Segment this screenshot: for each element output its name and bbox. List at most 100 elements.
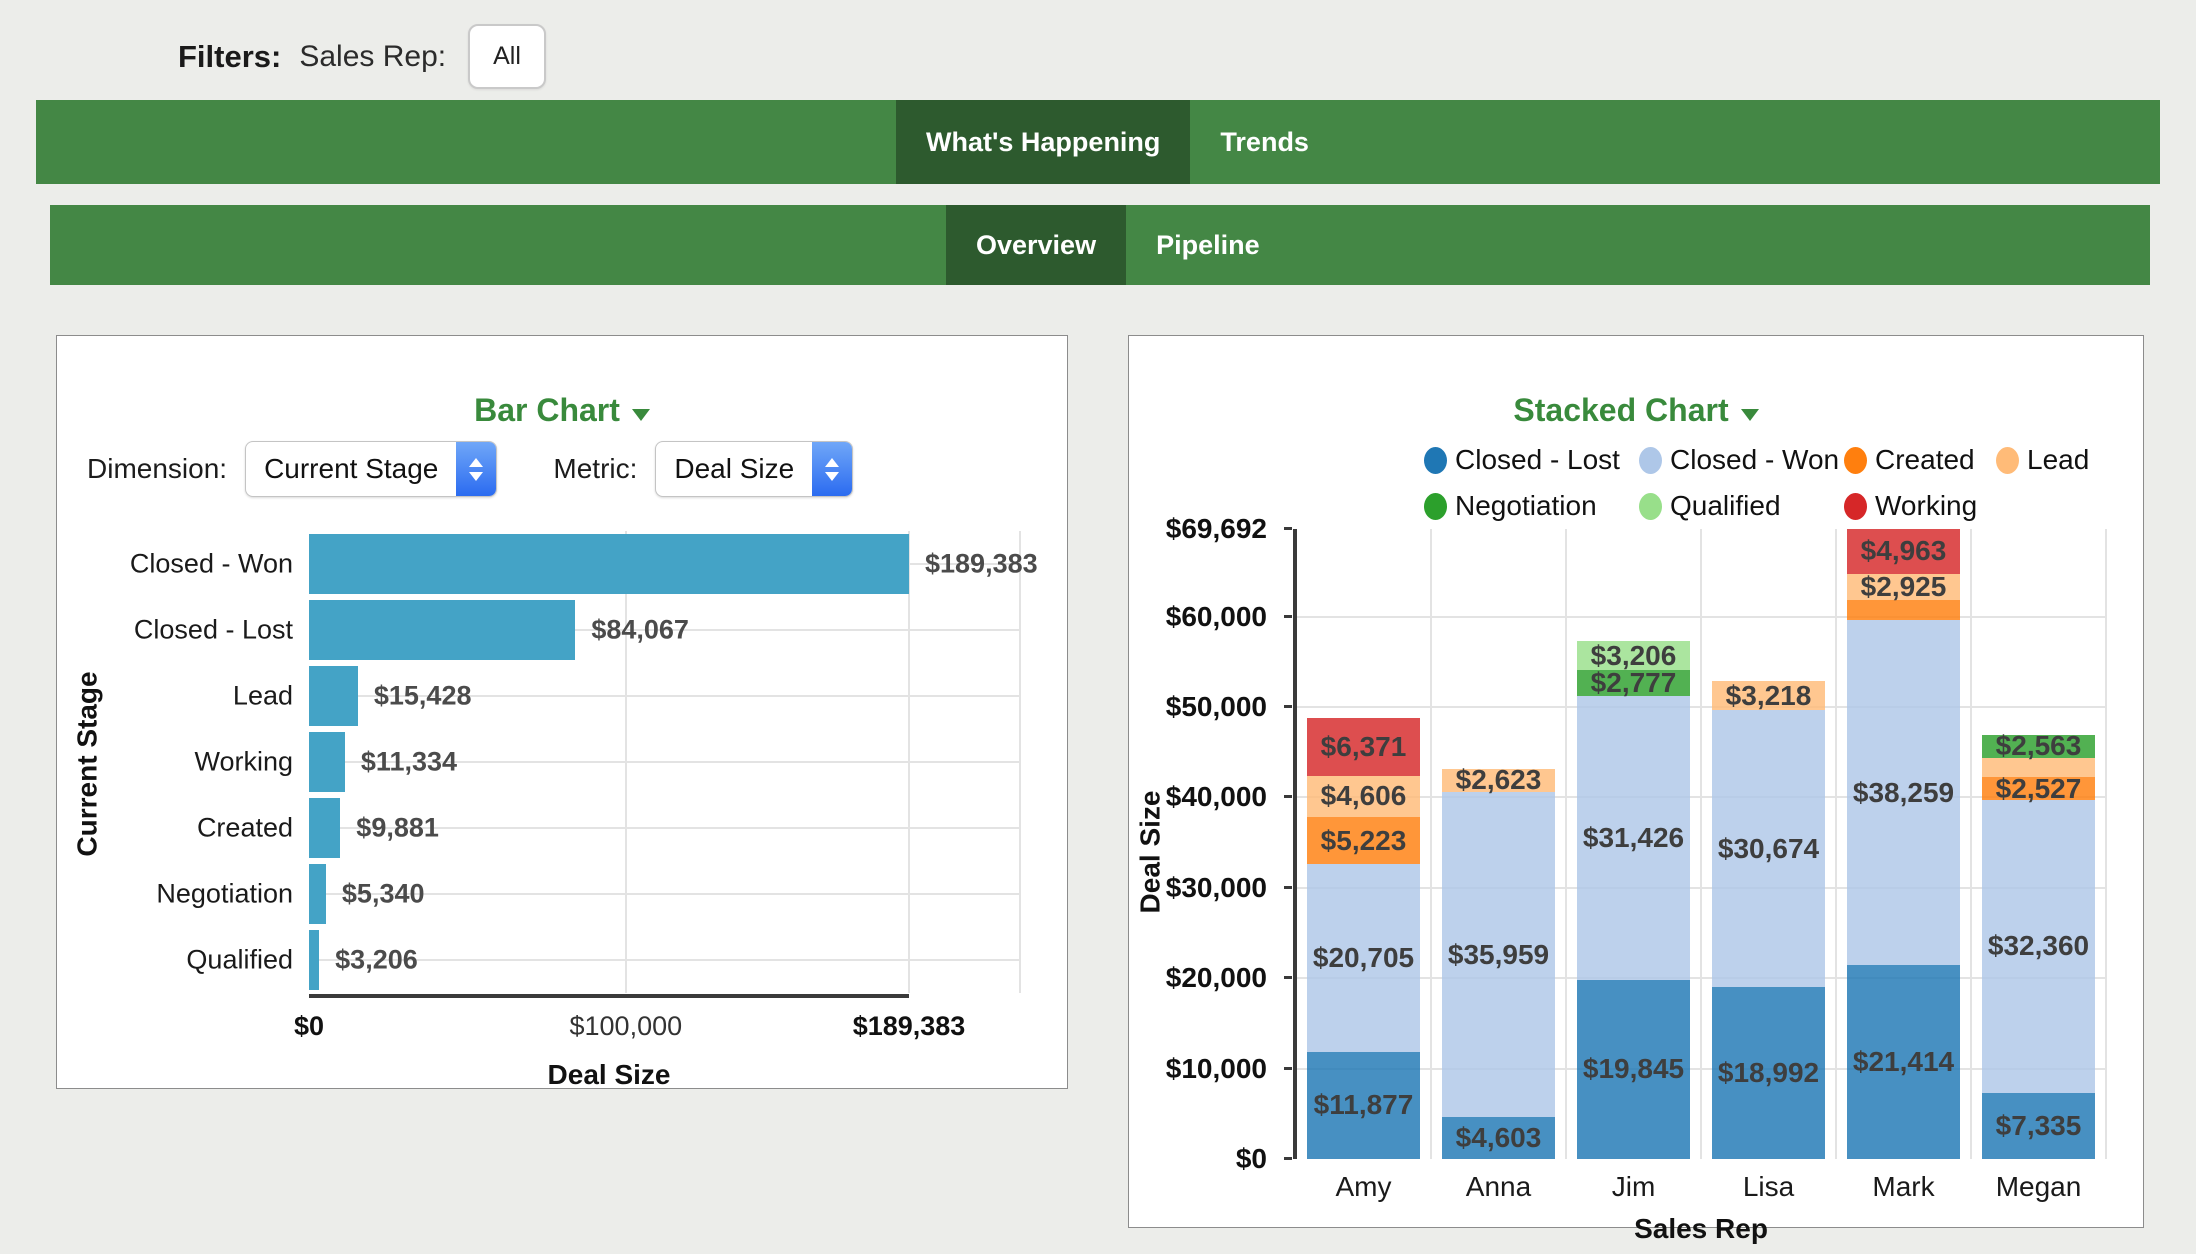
bar-category-label: Qualified [186,944,293,975]
legend-item-negotiation[interactable]: Negotiation [1424,490,1639,522]
legend-item-closed-lost[interactable]: Closed - Lost [1424,444,1639,476]
legend-item-qualified[interactable]: Qualified [1639,490,1844,522]
dimension-select[interactable]: Current Stage [245,441,498,497]
segment-value-label: $4,606 [1320,780,1407,812]
tab-pipeline[interactable]: Pipeline [1126,205,1290,285]
segment-amy-working[interactable]: $6,371 [1307,718,1420,776]
segment-value-label: $5,223 [1320,824,1407,856]
segment-megan-created[interactable]: $2,527 [1982,773,2095,804]
segment-megan-negotiation[interactable]: $2,563 [1982,730,2095,761]
gridline-x [1835,529,1837,1159]
navbar-spacer [50,205,946,285]
segment-anna-lead[interactable]: $2,623 [1442,764,1555,795]
segment-jim-closed-won[interactable]: $31,426 [1577,695,1690,980]
dimension-select-value: Current Stage [264,453,439,484]
legend-swatch-lead [1996,446,2019,474]
bar-category-label: Closed - Lost [133,614,293,645]
stacked-column-anna: $4,603 $35,959 $2,623 [1442,529,1555,1159]
metric-label: Metric: [553,453,638,484]
segment-anna-closed-won[interactable]: $35,959 [1442,792,1555,1118]
bar-chart-controls: Dimension: Current Stage Metric: Deal Si… [87,441,854,497]
stacked-column-amy: $11,877 $20,705 $5,223 $4,606 $6,371 [1307,529,1420,1159]
segment-lisa-closed-lost[interactable]: $18,992 [1712,987,1825,1159]
legend-label: Negotiation [1455,490,1597,521]
segment-value-label: $3,218 [1725,679,1812,711]
bar-qualified[interactable] [309,930,320,990]
segment-value-label: $20,705 [1312,942,1415,974]
segment-mark-closed-won[interactable]: $38,259 [1847,619,1960,966]
legend-item-working[interactable]: Working [1844,490,1996,522]
segment-value-label: $2,527 [1995,772,2082,804]
segment-megan-closed-won[interactable]: $32,360 [1982,800,2095,1093]
y-tick-mark [1284,976,1292,980]
segment-jim-closed-lost[interactable]: $19,845 [1577,979,1690,1159]
segment-anna-closed-lost[interactable]: $4,603 [1442,1117,1555,1159]
legend-swatch-closed-won [1639,446,1662,474]
gridline-x [1430,529,1432,1159]
segment-lisa-lead[interactable]: $3,218 [1712,679,1825,711]
x-category-label-amy: Amy [1335,1171,1392,1202]
segment-amy-created[interactable]: $5,223 [1307,817,1420,865]
segment-value-label: $38,259 [1852,776,1955,808]
chevron-down-icon [1740,409,1759,421]
y-tick-mark [1284,885,1292,889]
segment-megan-closed-lost[interactable]: $7,335 [1982,1092,2095,1159]
stacked-column-lisa: $18,992 $30,674 $3,218 [1712,529,1825,1159]
stacked-chart-title[interactable]: Stacked Chart [1129,392,2143,429]
metric-select[interactable]: Deal Size [655,441,854,497]
bar-chart-title[interactable]: Bar Chart [57,392,1067,429]
bar-chart-plot: Closed - Won $189,383 Closed - Lost $84,067… [130,531,1038,1091]
stacked-column-jim: $19,845 $31,426 $2,777 $3,206 [1577,529,1690,1159]
x-tick-label: $0 [293,1011,325,1041]
select-arrows-icon [456,442,497,496]
legend-item-lead[interactable]: Lead [1996,444,2089,476]
bar-category-label: Working [194,746,293,777]
segment-lisa-closed-won[interactable]: $30,674 [1712,710,1825,988]
segment-jim-qualified[interactable]: $3,206 [1577,640,1690,671]
bar-created[interactable] [309,798,341,858]
secondary-navbar: Overview Pipeline [50,205,2150,285]
y-tick-mark [1284,1066,1292,1070]
legend-item-closed-won[interactable]: Closed - Won [1639,444,1844,476]
x-tick-label: $100,000 [569,1011,683,1041]
segment-mark-closed-lost[interactable]: $21,414 [1847,965,1960,1159]
select-arrows-icon [812,442,853,496]
y-tick-label: $69,692 [1165,513,1267,544]
tab-trends[interactable]: Trends [1190,100,1339,184]
segment-value-label: $21,414 [1852,1046,1955,1078]
legend-label: Qualified [1670,490,1781,521]
sales-rep-filter-label: Sales Rep: [299,39,447,73]
bar-lead[interactable] [309,666,358,726]
segment-value-label: $4,603 [1455,1122,1542,1154]
bar-value-label: $189,383 [925,548,1038,579]
segment-jim-negotiation[interactable]: $2,777 [1577,667,1690,698]
segment-amy-closed-won[interactable]: $20,705 [1307,864,1420,1052]
bar-value-label: $84,067 [591,614,689,645]
tab-overview[interactable]: Overview [946,205,1127,285]
x-category-label-lisa: Lisa [1742,1171,1795,1202]
bar-value-label: $15,428 [373,680,472,711]
y-tick-mark [1284,614,1292,618]
bar-working[interactable] [309,732,345,792]
legend-item-created[interactable]: Created [1844,444,1996,476]
bar-negotiation[interactable] [309,864,326,924]
y-tick-mark [1284,795,1292,799]
stacked-chart-y-ticks: $0 $10,000 $20,000 $30,000 $40,000 $50,000 $60… [1129,513,1281,1174]
segment-mark-created[interactable] [1847,600,1960,620]
segment-mark-working[interactable]: $4,963 [1847,529,1960,574]
segment-amy-lead[interactable]: $4,606 [1307,775,1420,818]
segment-value-label: $35,959 [1447,938,1550,970]
bar-closed-lost[interactable] [309,600,576,660]
tab-whats-happening[interactable]: What's Happening [896,100,1191,184]
segment-amy-closed-lost[interactable]: $11,877 [1307,1051,1420,1159]
x-category-label-mark: Mark [1872,1171,1935,1202]
bar-chart-panel: Bar Chart Dimension: Current Stage Metri… [56,335,1068,1091]
segment-mark-lead[interactable]: $2,925 [1847,571,1960,602]
bar-closed-won[interactable] [309,534,909,594]
bar-chart-title-text: Bar Chart [474,392,620,428]
sales-rep-filter-button[interactable]: All [468,24,546,89]
dimension-label: Dimension: [87,453,228,484]
bar-value-label: $3,206 [335,944,418,975]
y-tick-mark [1284,1157,1292,1160]
legend-label: Lead [2027,444,2090,475]
